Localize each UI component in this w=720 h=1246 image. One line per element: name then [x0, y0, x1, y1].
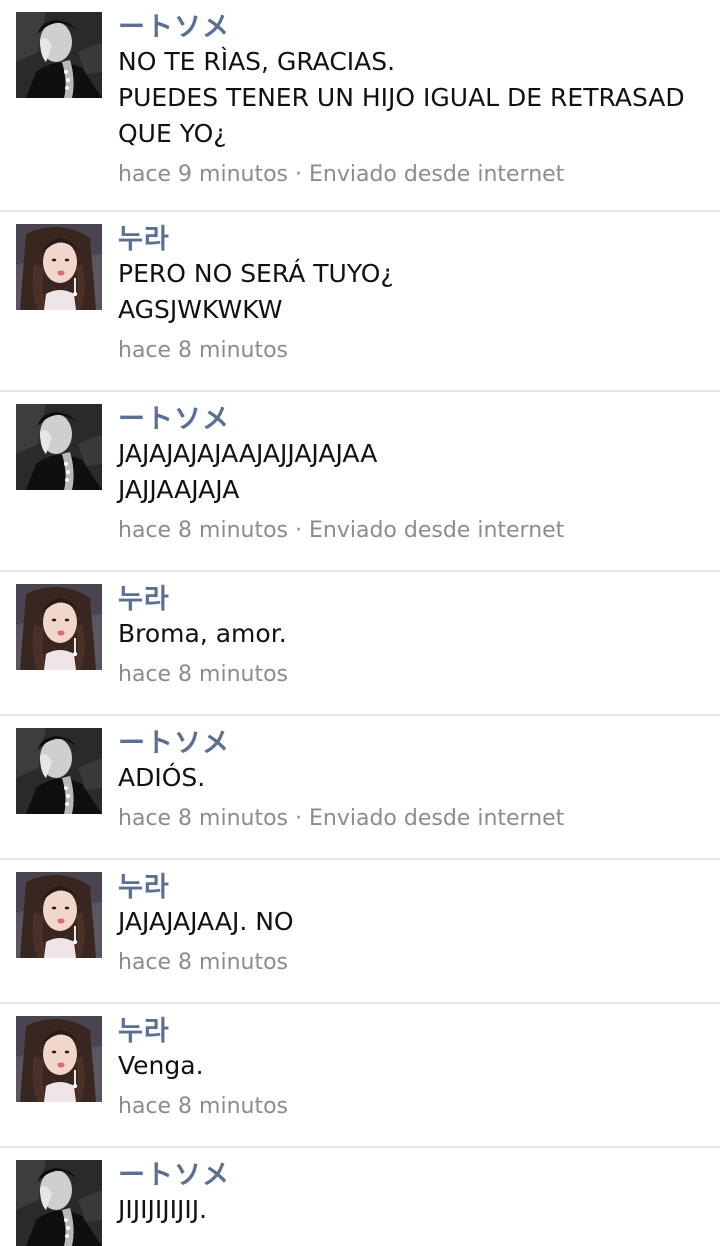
author-name[interactable]: ートソメ — [118, 728, 720, 760]
timestamp: hace 9 minutos · Enviado desde internet — [118, 162, 565, 187]
list-item: 누라 JAJAJAJAAJ. NO hace 8 minutos — [0, 860, 720, 1004]
message-line: QUE YO¿ — [118, 119, 227, 148]
message-line: Broma, amor. — [118, 619, 287, 648]
list-item: ートソメ JIJIJIJIJIJ. — [0, 1148, 720, 1226]
avatar[interactable] — [16, 12, 102, 98]
author-name[interactable]: ートソメ — [118, 12, 720, 44]
author-name[interactable]: ートソメ — [118, 404, 720, 436]
message-line: AGSJWKWKW — [118, 295, 283, 324]
timestamp: hace 8 minutos — [118, 662, 289, 687]
author-name[interactable]: 누라 — [118, 1016, 720, 1048]
woman-avatar-image — [16, 1016, 102, 1102]
author-name[interactable]: 누라 — [118, 584, 720, 616]
woman-avatar-image — [16, 584, 102, 670]
timestamp: hace 8 minutos · Enviado desde internet — [118, 518, 565, 543]
woman-avatar-image — [16, 872, 102, 958]
list-item: 누라 PERO NO SERÁ TUYO¿ AGSJWKWKW hace 8 m… — [0, 212, 720, 392]
man-avatar-image — [16, 1160, 102, 1246]
man-avatar-image — [16, 12, 102, 98]
message-line: PERO NO SERÁ TUYO¿ — [118, 259, 394, 288]
woman-avatar-image — [16, 224, 102, 310]
message-line: JIJIJIJIJIJ. — [118, 1195, 208, 1224]
message-content: ートソメ JAJAJAJAJAAJAJJAJAJAA JAJJAAJAJA ha… — [118, 404, 720, 570]
message-content: ートソメ NO TE RÌAS, GRACIAS. PUEDES TENER U… — [118, 12, 720, 210]
list-item: ートソメ JAJAJAJAJAAJAJJAJAJAA JAJJAAJAJA ha… — [0, 392, 720, 572]
list-item: 누라 Broma, amor. hace 8 minutos — [0, 572, 720, 716]
author-name[interactable]: ートソメ — [118, 1160, 720, 1192]
list-item: 누라 Venga. hace 8 minutos — [0, 1004, 720, 1148]
avatar[interactable] — [16, 224, 102, 310]
message-line: JAJAJAJAJAAJAJJAJAJAA — [118, 439, 378, 468]
avatar[interactable] — [16, 728, 102, 814]
message-content: ートソメ ADIÓS. hace 8 minutos · Enviado des… — [118, 728, 720, 858]
message-line: JAJJAAJAJA — [118, 475, 240, 504]
timestamp: hace 8 minutos — [118, 1094, 289, 1119]
list-item: ートソメ NO TE RÌAS, GRACIAS. PUEDES TENER U… — [0, 0, 720, 212]
message-line: Venga. — [118, 1051, 204, 1080]
message-line: JAJAJAJAAJ. NO — [118, 907, 294, 936]
message-content: 누라 Broma, amor. hace 8 minutos — [118, 584, 720, 714]
timestamp: hace 8 minutos — [118, 950, 289, 975]
author-name[interactable]: 누라 — [118, 872, 720, 904]
man-avatar-image — [16, 728, 102, 814]
message-line: PUEDES TENER UN HIJO IGUAL DE RETRASAD — [118, 83, 685, 112]
avatar[interactable] — [16, 872, 102, 958]
message-content: ートソメ JIJIJIJIJIJ. — [118, 1160, 720, 1226]
message-content: 누라 PERO NO SERÁ TUYO¿ AGSJWKWKW hace 8 m… — [118, 224, 720, 390]
message-line: ADIÓS. — [118, 763, 206, 792]
avatar[interactable] — [16, 1016, 102, 1102]
timestamp: hace 8 minutos · Enviado desde internet — [118, 806, 565, 831]
message-line: NO TE RÌAS, GRACIAS. — [118, 47, 396, 76]
list-item: ートソメ ADIÓS. hace 8 minutos · Enviado des… — [0, 716, 720, 860]
timestamp: hace 8 minutos — [118, 338, 289, 363]
avatar[interactable] — [16, 404, 102, 490]
message-content: 누라 Venga. hace 8 minutos — [118, 1016, 720, 1146]
avatar[interactable] — [16, 584, 102, 670]
comment-thread: ートソメ NO TE RÌAS, GRACIAS. PUEDES TENER U… — [0, 0, 720, 1226]
message-content: 누라 JAJAJAJAAJ. NO hace 8 minutos — [118, 872, 720, 1002]
author-name[interactable]: 누라 — [118, 224, 720, 256]
man-avatar-image — [16, 404, 102, 490]
avatar[interactable] — [16, 1160, 102, 1246]
